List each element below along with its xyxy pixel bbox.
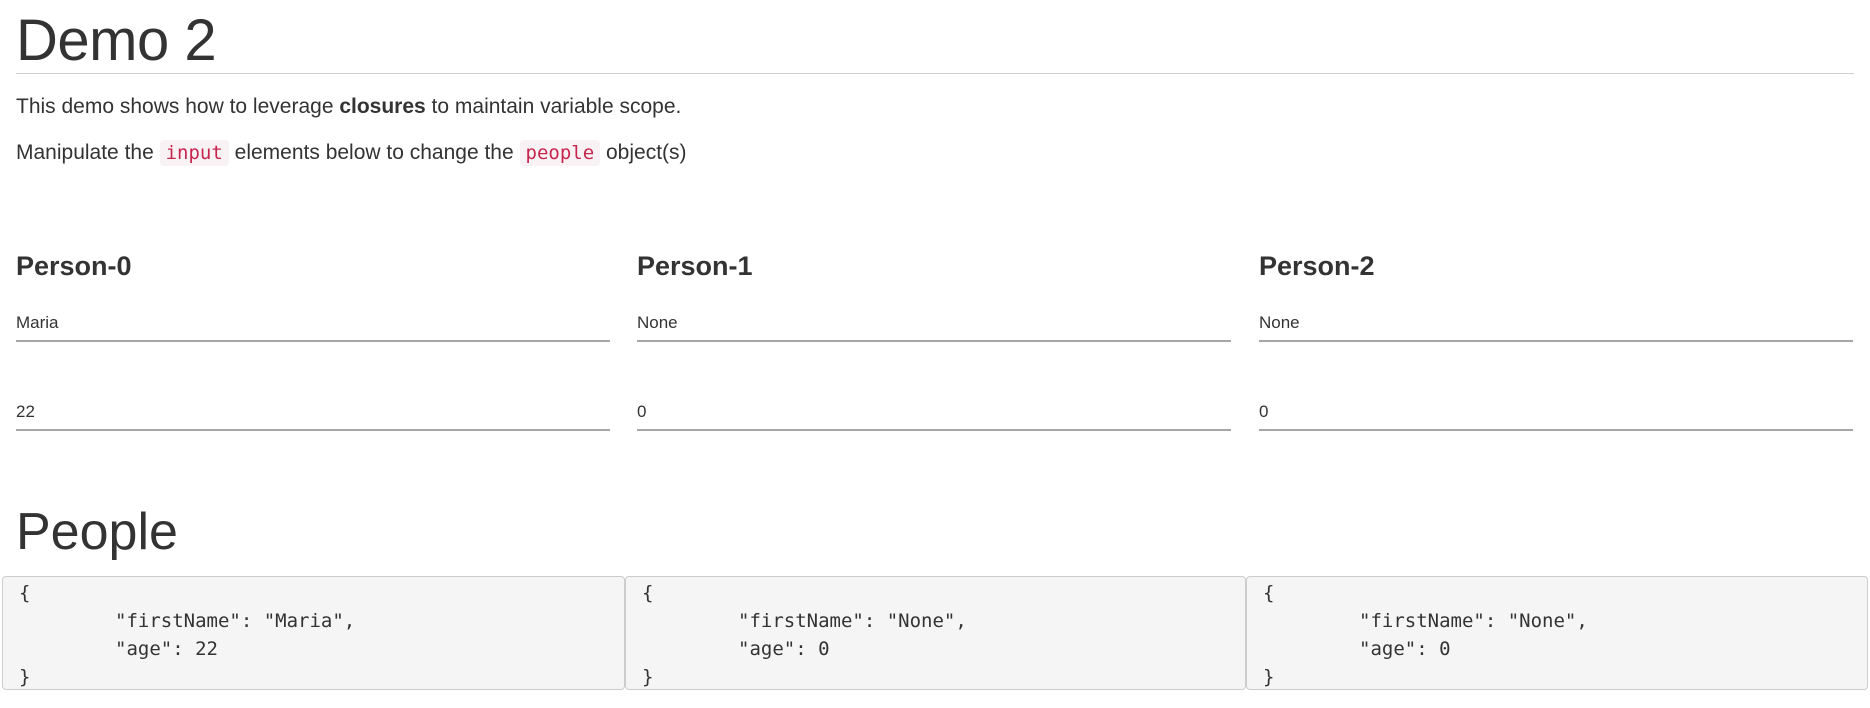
json-first-name-line: "firstName": "Maria", [115, 610, 356, 632]
instructions-text: Manipulate the input elements below to c… [16, 139, 687, 167]
code-people: people [519, 140, 601, 166]
page-title: Demo 2 [16, 8, 217, 73]
intro-text: This demo shows how to leverage closures… [16, 93, 681, 121]
json-open-brace: { [642, 582, 654, 604]
person-0-json: { "firstName": "Maria", "age": 22} [2, 576, 625, 690]
intro-text-bold: closures [339, 95, 426, 118]
person-2-heading: Person-2 [1259, 251, 1375, 281]
person-1-heading: Person-1 [637, 251, 753, 281]
title-divider [16, 73, 1854, 74]
person-2-name-input[interactable] [1259, 306, 1853, 342]
person-2-age-input[interactable] [1259, 395, 1853, 431]
person-1-json: { "firstName": "None", "age": 0} [625, 576, 1246, 690]
people-heading: People [16, 503, 178, 561]
instructions-middle: elements below to change the [228, 141, 520, 164]
intro-text-after: to maintain variable scope. [425, 95, 682, 118]
json-open-brace: { [19, 582, 31, 604]
json-first-name-line: "firstName": "None", [1359, 610, 1588, 632]
intro-text-before: This demo shows how to leverage [16, 95, 340, 118]
person-1-name-input[interactable] [637, 306, 1231, 342]
json-open-brace: { [1263, 582, 1275, 604]
person-1-age-input[interactable] [637, 395, 1231, 431]
person-2-json: { "firstName": "None", "age": 0} [1246, 576, 1868, 690]
code-input: input [159, 140, 229, 166]
person-0-name-input[interactable] [16, 306, 610, 342]
instructions-after: object(s) [600, 141, 687, 164]
json-close-brace: } [19, 666, 31, 688]
person-0-age-input[interactable] [16, 395, 610, 431]
json-first-name-line: "firstName": "None", [738, 610, 967, 632]
json-close-brace: } [1263, 666, 1275, 688]
instructions-before: Manipulate the [16, 141, 160, 164]
json-age-line: "age": 0 [738, 638, 830, 660]
json-close-brace: } [642, 666, 654, 688]
json-age-line: "age": 22 [115, 638, 218, 660]
page: Demo 2 This demo shows how to leverage c… [0, 0, 1870, 708]
person-0-heading: Person-0 [16, 251, 132, 281]
json-age-line: "age": 0 [1359, 638, 1451, 660]
